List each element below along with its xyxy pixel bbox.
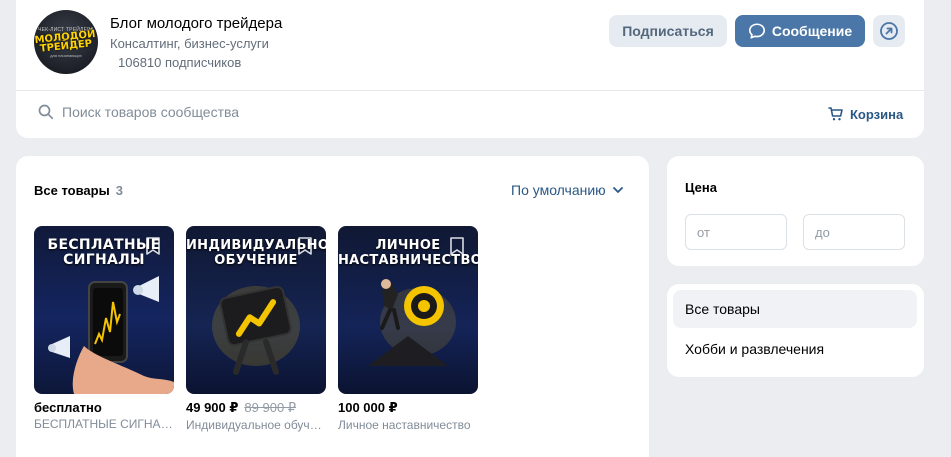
chevron-down-icon: [612, 187, 623, 193]
product-price-row: 49 900 ₽ 89 900 ₽: [186, 400, 326, 416]
product-image[interactable]: ЛИЧНОЕ НАСТАВНИЧЕСТВО: [338, 226, 478, 394]
product-price: бесплатно: [34, 400, 102, 415]
product-search-input[interactable]: [62, 104, 462, 120]
cart-icon: [828, 107, 843, 121]
products-heading: Все товары 3: [34, 183, 123, 198]
product-image[interactable]: БЕСПЛАТНЫЕ СИГНАЛЫ: [34, 226, 174, 394]
category-item-hobby[interactable]: Хобби и развлечения: [673, 330, 917, 368]
price-filter-label: Цена: [685, 180, 717, 195]
price-to-input[interactable]: [803, 214, 905, 250]
product-image[interactable]: ИНДИВИДУАЛЬНОЕ ОБУЧЕНИЕ: [186, 226, 326, 394]
avatar-bottom-text: для начинающих: [50, 52, 82, 58]
cart-label: Корзина: [850, 106, 904, 122]
product-search: [38, 104, 462, 120]
product-price: 100 000 ₽: [338, 400, 398, 415]
group-avatar[interactable]: ЧЕК-ЛИСТ ТРЕЙДЕРА МОЛОДОЙ ТРЕЙДЕР для на…: [34, 10, 98, 74]
category-item-label: Все товары: [685, 301, 760, 317]
cart-link[interactable]: Корзина: [828, 106, 903, 122]
product-name[interactable]: БЕСПЛАТНЫЕ СИГНАЛЫ: [34, 417, 174, 431]
group-title[interactable]: Блог молодого трейдера: [110, 15, 282, 32]
message-bubble-icon: [748, 23, 765, 39]
product-price-row: 100 000 ₽: [338, 400, 478, 416]
product-card[interactable]: БЕСПЛАТНЫЕ СИГНАЛЫ бесплатно БЕСПЛАТНЫЕ …: [34, 226, 174, 431]
bookmark-icon[interactable]: [296, 236, 314, 256]
message-button[interactable]: Сообщение: [735, 15, 865, 47]
price-from-input[interactable]: [685, 214, 787, 250]
product-name[interactable]: Индивидуальное обучение: [186, 418, 326, 432]
sort-label: По умолчанию: [511, 182, 606, 198]
product-price: 49 900 ₽: [186, 400, 239, 415]
category-item-label: Хобби и развлечения: [685, 341, 825, 357]
group-header-card: ЧЕК-ЛИСТ ТРЕЙДЕРА МОЛОДОЙ ТРЕЙДЕР для на…: [16, 0, 924, 138]
product-price-row: бесплатно: [34, 400, 174, 415]
sort-dropdown[interactable]: По умолчанию: [511, 182, 624, 198]
product-old-price: 89 900 ₽: [244, 400, 297, 415]
price-filter-card: Цена: [667, 156, 924, 266]
category-item-all[interactable]: Все товары: [673, 290, 917, 328]
bookmark-icon[interactable]: [144, 236, 162, 256]
products-card: Все товары 3 По умолчанию БЕСПЛАТНЫЕ СИГН…: [16, 156, 649, 457]
product-name[interactable]: Личное наставничество: [338, 418, 478, 432]
subscribe-button[interactable]: Подписаться: [609, 15, 727, 47]
group-subscribers[interactable]: 106810 подписчиков: [118, 55, 241, 70]
product-card[interactable]: ИНДИВИДУАЛЬНОЕ ОБУЧЕНИЕ 49 900 ₽ 89 900 …: [186, 226, 326, 432]
header-divider: [16, 90, 924, 91]
product-card[interactable]: ЛИЧНОЕ НАСТАВНИЧЕСТВО 100 000 ₽ Личное н…: [338, 226, 478, 432]
search-icon: [38, 104, 54, 120]
products-heading-label: Все товары: [34, 183, 110, 198]
share-button[interactable]: [873, 15, 905, 47]
share-arrow-icon: [880, 22, 898, 40]
categories-card: Все товары Хобби и развлечения: [667, 284, 924, 377]
bookmark-icon[interactable]: [448, 236, 466, 256]
group-category: Консалтинг, бизнес-услуги: [110, 36, 269, 51]
message-button-label: Сообщение: [771, 23, 853, 39]
products-count: 3: [115, 183, 123, 198]
avatar-main-text: МОЛОДОЙ ТРЕЙДЕР: [35, 28, 98, 54]
